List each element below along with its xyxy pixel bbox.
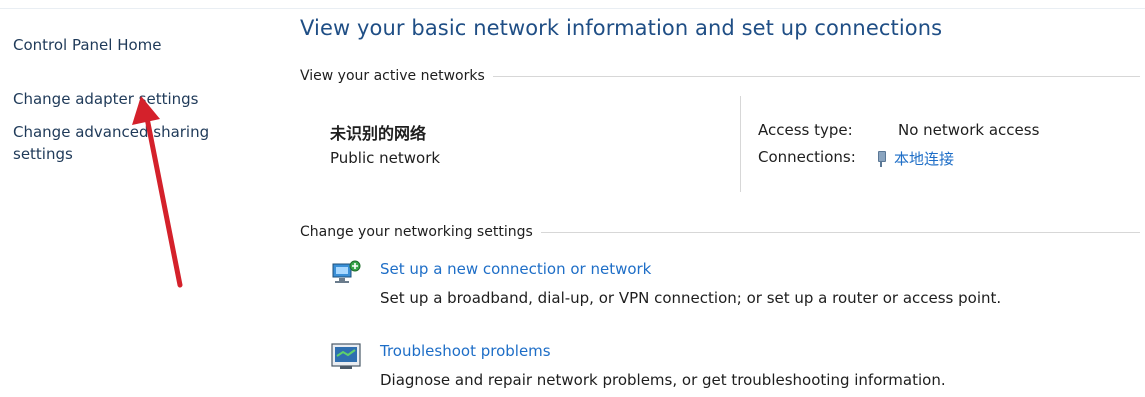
troubleshoot-icon xyxy=(331,343,361,369)
main-content: View your basic network information and … xyxy=(300,0,1140,397)
networking-settings-heading: Change your networking settings xyxy=(300,224,1140,240)
network-type: Public network xyxy=(330,149,441,167)
control-panel-home-link[interactable]: Control Panel Home xyxy=(13,34,162,56)
page-title: View your basic network information and … xyxy=(300,16,943,40)
change-advanced-sharing-link-line1[interactable]: Change advanced sharing xyxy=(13,121,209,143)
vertical-divider xyxy=(740,96,741,192)
active-networks-heading-text: View your active networks xyxy=(300,68,485,84)
setup-connection-description: Set up a broadband, dial-up, or VPN conn… xyxy=(380,289,1002,307)
sidebar: Control Panel Home Change adapter settin… xyxy=(0,0,270,397)
access-type-label: Access type: xyxy=(758,121,853,139)
active-networks-heading: View your active networks xyxy=(300,68,1140,84)
troubleshoot-link[interactable]: Troubleshoot problems xyxy=(380,342,551,360)
setup-connection-link[interactable]: Set up a new connection or network xyxy=(380,260,651,278)
troubleshoot-description: Diagnose and repair network problems, or… xyxy=(380,371,946,389)
section-divider xyxy=(492,75,1140,77)
local-connection-link-text[interactable]: 本地连接 xyxy=(894,148,954,169)
network-name: 未识别的网络 xyxy=(330,124,427,143)
network-adapter-icon xyxy=(876,150,886,167)
section-divider xyxy=(540,231,1140,233)
access-type-value: No network access xyxy=(898,121,1040,139)
connections-label: Connections: xyxy=(758,148,856,166)
networking-settings-heading-text: Change your networking settings xyxy=(300,224,533,240)
local-connection-link[interactable]: 本地连接 xyxy=(876,148,954,169)
change-adapter-settings-link[interactable]: Change adapter settings xyxy=(13,88,199,110)
new-connection-icon xyxy=(332,260,361,283)
change-advanced-sharing-link-line2[interactable]: settings xyxy=(13,143,73,165)
